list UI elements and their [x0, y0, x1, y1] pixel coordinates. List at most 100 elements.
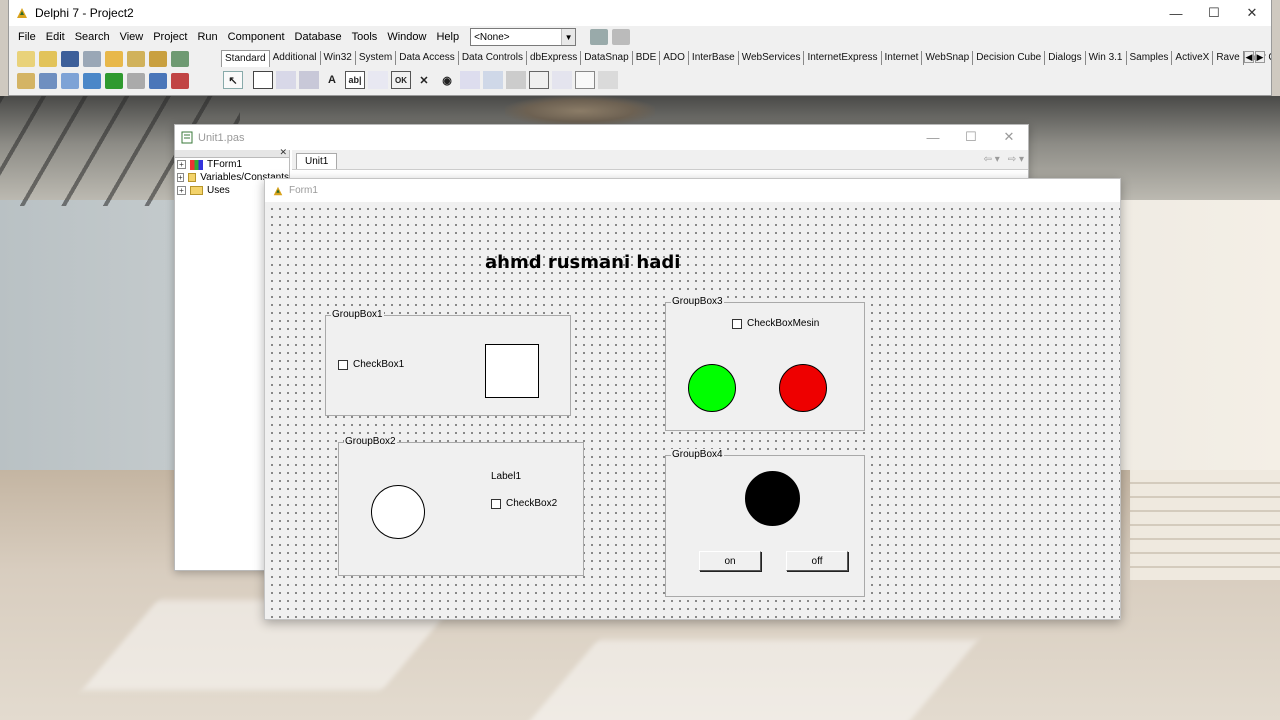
open-project-icon[interactable] [105, 51, 123, 67]
palette-tab-win32[interactable]: Win32 [321, 51, 356, 65]
mainmenu-icon[interactable] [276, 71, 296, 89]
checkbox-box[interactable] [732, 318, 742, 329]
step-over-icon[interactable] [171, 73, 189, 89]
palette-tab-win-3-1[interactable]: Win 3.1 [1086, 51, 1127, 65]
form-title-bar[interactable]: Form1 [265, 179, 1120, 202]
form-client-area[interactable]: ahmd rusmani hadi GroupBox1 CheckBox1 Gr… [265, 202, 1120, 619]
checkbox-box[interactable] [491, 498, 501, 509]
save-desktop-icon[interactable] [590, 29, 609, 45]
remove-file-icon[interactable] [149, 51, 167, 67]
tab-unit1[interactable]: Unit1 [296, 153, 338, 169]
menu-search[interactable]: Search [70, 26, 115, 48]
actionlist-icon[interactable] [598, 71, 618, 89]
save-icon[interactable] [61, 51, 79, 67]
black-lamp-shape[interactable] [745, 471, 800, 526]
white-circle-shape[interactable] [371, 485, 425, 539]
run-icon[interactable] [105, 73, 123, 89]
new-icon[interactable] [17, 51, 35, 67]
frames-icon[interactable] [253, 71, 273, 89]
forward-arrow-icon[interactable]: ⇨ ▾ [1008, 154, 1024, 165]
listbox-icon[interactable] [460, 71, 480, 89]
radiobutton-icon[interactable]: ◉ [437, 71, 457, 89]
toggle-form-unit-icon[interactable] [61, 73, 79, 89]
palette-tab-data-controls[interactable]: Data Controls [459, 51, 527, 65]
button-icon[interactable]: OK [391, 71, 411, 89]
expand-icon[interactable]: + [177, 173, 184, 182]
expand-icon[interactable]: + [177, 186, 186, 195]
palette-tab-dialogs[interactable]: Dialogs [1045, 51, 1086, 65]
palette-tab-decision-cube[interactable]: Decision Cube [973, 51, 1046, 65]
checkbox-mesin[interactable]: CheckBoxMesin [732, 318, 819, 329]
palette-tab-data-access[interactable]: Data Access [396, 51, 459, 65]
pointer-icon[interactable]: ↖ [223, 71, 243, 89]
add-file-icon[interactable] [127, 51, 145, 67]
groupbox-icon[interactable] [529, 71, 549, 89]
pause-icon[interactable] [127, 73, 145, 89]
popupmenu-icon[interactable] [299, 71, 319, 89]
palette-tab-ado[interactable]: ADO [660, 51, 689, 65]
menu-component[interactable]: Component [223, 26, 290, 48]
panel-icon[interactable] [575, 71, 595, 89]
combobox-icon[interactable] [483, 71, 503, 89]
palette-tab-standard[interactable]: Standard [221, 49, 270, 67]
menu-database[interactable]: Database [290, 26, 347, 48]
off-button[interactable]: off [786, 551, 848, 571]
set-debug-desktop-icon[interactable] [612, 29, 631, 45]
groupbox3[interactable]: GroupBox3 CheckBoxMesin [665, 296, 865, 431]
trace-into-icon[interactable] [149, 73, 167, 89]
edit-icon[interactable]: ab| [345, 71, 365, 89]
label-icon[interactable]: A [322, 71, 342, 89]
palette-tab-webservices[interactable]: WebServices [739, 51, 805, 65]
menu-window[interactable]: Window [382, 26, 431, 48]
new-form-icon[interactable] [83, 73, 101, 89]
menu-tools[interactable]: Tools [347, 26, 383, 48]
label1[interactable]: Label1 [491, 471, 521, 482]
view-form-icon[interactable] [39, 73, 57, 89]
palette-tab-interbase[interactable]: InterBase [689, 51, 739, 65]
palette-tab-rave[interactable]: Rave [1213, 51, 1244, 65]
palette-tab-internetexpress[interactable]: InternetExpress [804, 51, 882, 65]
chevron-left-icon[interactable]: ◀ [1244, 51, 1254, 63]
view-unit-icon[interactable] [17, 73, 35, 89]
chevron-right-icon[interactable]: ▶ [1255, 51, 1265, 63]
minimize-icon[interactable]: — [914, 125, 952, 150]
palette-tab-samples[interactable]: Samples [1127, 51, 1173, 65]
checkbox1[interactable]: CheckBox1 [338, 359, 404, 370]
save-all-icon[interactable] [83, 51, 101, 67]
desktop-layout-combo[interactable]: <None> ▼ [470, 28, 577, 46]
help-contents-icon[interactable] [171, 51, 189, 67]
palette-tab-activex[interactable]: ActiveX [1172, 51, 1214, 65]
green-lamp-shape[interactable] [688, 364, 736, 412]
heading-label[interactable]: ahmd rusmani hadi [485, 252, 680, 273]
tree-item-tform1[interactable]: + TForm1 [175, 158, 289, 171]
palette-tab-bde[interactable]: BDE [633, 51, 661, 65]
checkbox-icon[interactable]: ✕ [414, 71, 434, 89]
radiogroup-icon[interactable] [552, 71, 572, 89]
open-icon[interactable] [39, 51, 57, 67]
scrollbar-icon[interactable] [506, 71, 526, 89]
ide-title-bar[interactable]: Delphi 7 - Project2 — ☐ ✕ [9, 0, 1271, 26]
white-square-shape[interactable] [485, 344, 539, 398]
menu-help[interactable]: Help [431, 26, 464, 48]
close-icon[interactable]: ✕ [990, 125, 1028, 150]
palette-tab-dbexpress[interactable]: dbExpress [527, 51, 582, 65]
palette-tab-system[interactable]: System [356, 51, 397, 65]
menu-file[interactable]: File [13, 26, 41, 48]
palette-tab-internet[interactable]: Internet [882, 51, 923, 65]
memo-icon[interactable] [368, 71, 388, 89]
groupbox2[interactable]: GroupBox2 Label1 CheckBox2 [338, 436, 584, 576]
editor-title-bar[interactable]: Unit1.pas — ☐ ✕ [175, 125, 1028, 150]
maximize-icon[interactable]: ☐ [1195, 0, 1233, 26]
menu-edit[interactable]: Edit [41, 26, 70, 48]
groupbox1[interactable]: GroupBox1 CheckBox1 [325, 309, 571, 416]
groupbox4[interactable]: GroupBox4 on off [665, 449, 865, 597]
checkbox2[interactable]: CheckBox2 [491, 498, 557, 509]
chevron-down-icon[interactable]: ▼ [561, 29, 576, 45]
minimize-icon[interactable]: — [1157, 0, 1195, 26]
checkbox-box[interactable] [338, 359, 348, 370]
close-icon[interactable]: ✕ [279, 147, 287, 158]
maximize-icon[interactable]: ☐ [952, 125, 990, 150]
menu-view[interactable]: View [115, 26, 149, 48]
palette-tab-additional[interactable]: Additional [270, 51, 321, 65]
expand-icon[interactable]: + [177, 160, 186, 169]
